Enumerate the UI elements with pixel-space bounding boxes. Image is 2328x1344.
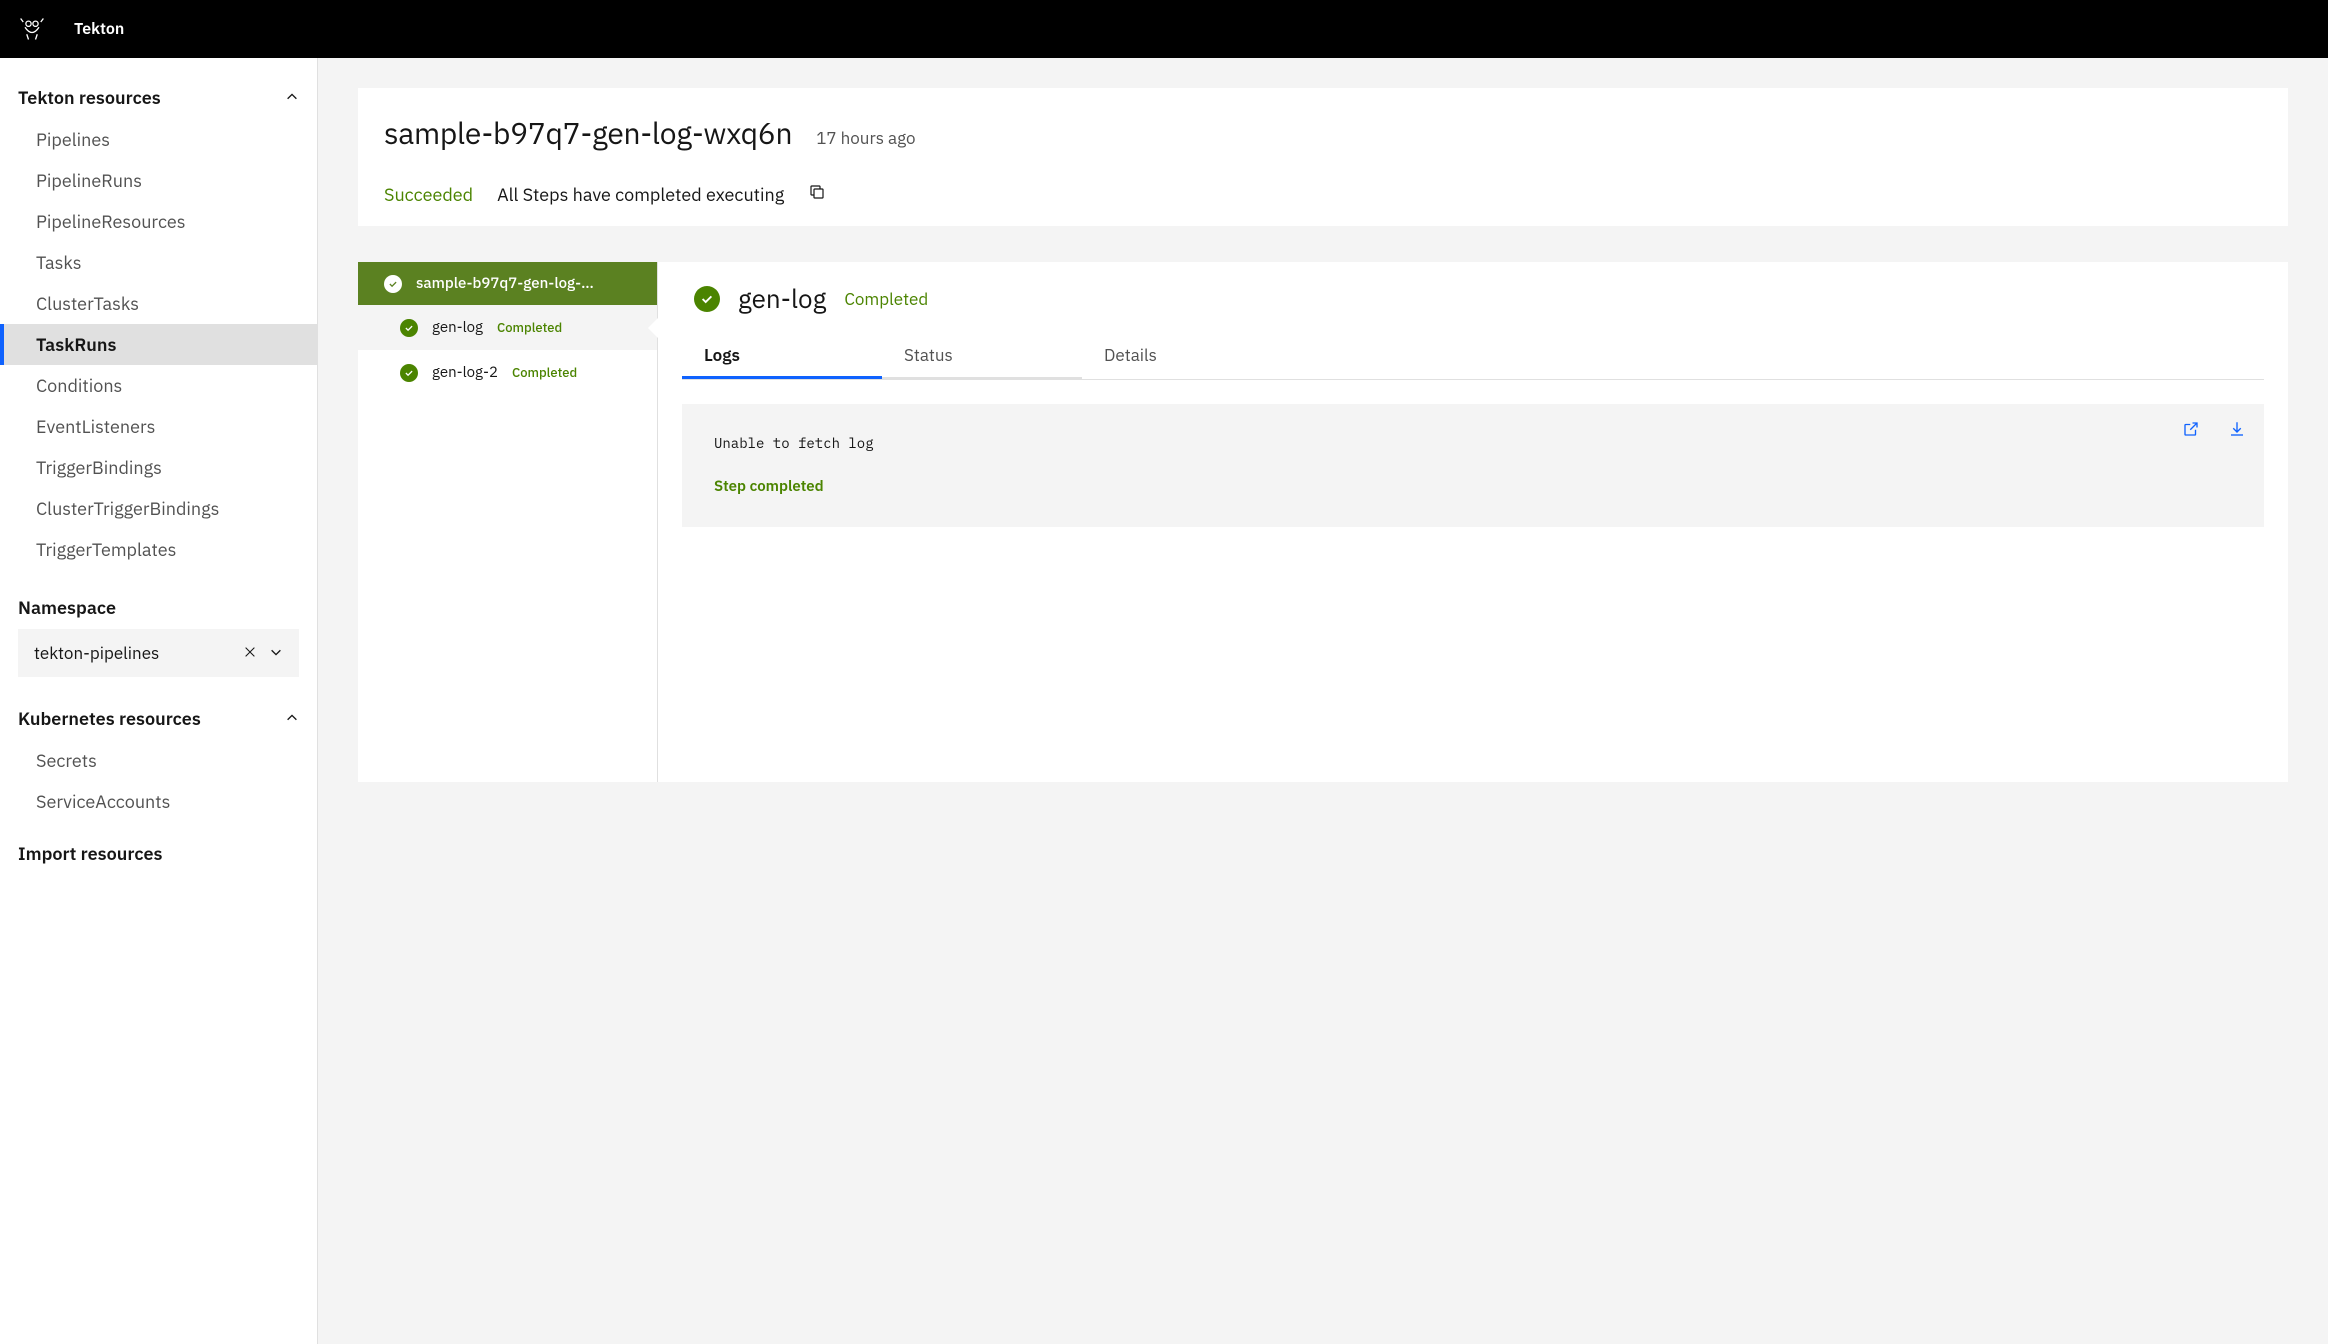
taskrun-status: Succeeded bbox=[384, 183, 473, 206]
nav-item-eventlisteners[interactable]: EventListeners bbox=[0, 406, 317, 447]
check-circle-icon bbox=[400, 364, 418, 382]
nav-item-secrets[interactable]: Secrets bbox=[0, 740, 317, 781]
detail-column: gen-log Completed Logs Status Details bbox=[658, 262, 2288, 782]
main-content: sample-b97q7-gen-log-wxq6n 17 hours ago … bbox=[318, 58, 2328, 1344]
taskrun-status-detail: All Steps have completed executing bbox=[497, 183, 784, 206]
namespace-value: tekton-pipelines bbox=[34, 642, 159, 664]
nav-section-label: Import resources bbox=[18, 842, 163, 865]
step-status: Completed bbox=[497, 319, 562, 336]
step-name: gen-log-2 bbox=[432, 363, 498, 382]
nav-section-tekton-resources[interactable]: Tekton resources bbox=[0, 76, 317, 119]
app-header: Tekton bbox=[0, 0, 2328, 58]
detail-tabs: Logs Status Details bbox=[682, 334, 2264, 380]
nav-item-triggerbindings[interactable]: TriggerBindings bbox=[0, 447, 317, 488]
chevron-up-icon bbox=[285, 707, 299, 730]
namespace-label: Namespace bbox=[0, 580, 317, 629]
step-detail-title: gen-log bbox=[738, 282, 826, 316]
taskrun-title: sample-b97q7-gen-log-wxq6n bbox=[384, 114, 792, 153]
nav-item-clustertriggerbindings[interactable]: ClusterTriggerBindings bbox=[0, 488, 317, 529]
task-header[interactable]: sample-b97q7-gen-log-… bbox=[358, 262, 657, 305]
log-footer: Step completed bbox=[714, 474, 2232, 500]
nav-item-pipelines[interactable]: Pipelines bbox=[0, 119, 317, 160]
step-status: Completed bbox=[512, 364, 577, 381]
log-text: Unable to fetch log bbox=[714, 432, 2232, 456]
steps-column: sample-b97q7-gen-log-… gen-log Completed… bbox=[358, 262, 658, 782]
namespace-selector[interactable]: tekton-pipelines bbox=[18, 629, 299, 677]
nav-item-pipelineresources[interactable]: PipelineResources bbox=[0, 201, 317, 242]
check-circle-icon bbox=[384, 275, 402, 293]
step-item-gen-log-2[interactable]: gen-log-2 Completed bbox=[358, 350, 657, 395]
nav-section-label: Tekton resources bbox=[18, 86, 161, 109]
nav-section-kubernetes-resources[interactable]: Kubernetes resources bbox=[0, 697, 317, 740]
taskrun-detail-panel: sample-b97q7-gen-log-… gen-log Completed… bbox=[358, 262, 2288, 782]
check-circle-icon bbox=[400, 319, 418, 337]
step-item-gen-log[interactable]: gen-log Completed bbox=[358, 305, 657, 350]
log-output: Unable to fetch log Step completed bbox=[682, 404, 2264, 527]
clear-icon[interactable] bbox=[243, 642, 257, 664]
tab-status[interactable]: Status bbox=[882, 334, 1082, 379]
tekton-logo-icon bbox=[18, 15, 46, 43]
nav-section-label: Kubernetes resources bbox=[18, 707, 201, 730]
taskrun-timestamp: 17 hours ago bbox=[816, 127, 915, 149]
nav-item-conditions[interactable]: Conditions bbox=[0, 365, 317, 406]
chevron-up-icon bbox=[285, 86, 299, 109]
app-title: Tekton bbox=[74, 19, 124, 39]
step-name: gen-log bbox=[432, 318, 483, 337]
copy-icon[interactable] bbox=[808, 183, 826, 206]
nav-item-pipelineruns[interactable]: PipelineRuns bbox=[0, 160, 317, 201]
sidebar: Tekton resources Pipelines PipelineRuns … bbox=[0, 58, 318, 1344]
nav-item-triggertemplates[interactable]: TriggerTemplates bbox=[0, 529, 317, 570]
chevron-down-icon[interactable] bbox=[269, 642, 283, 664]
nav-item-clustertasks[interactable]: ClusterTasks bbox=[0, 283, 317, 324]
check-circle-icon bbox=[694, 286, 720, 312]
task-header-label: sample-b97q7-gen-log-… bbox=[416, 274, 594, 293]
tab-details[interactable]: Details bbox=[1082, 334, 1282, 379]
nav-section-import-resources[interactable]: Import resources bbox=[0, 832, 317, 875]
open-external-icon[interactable] bbox=[2182, 420, 2200, 446]
nav-item-taskruns[interactable]: TaskRuns bbox=[0, 324, 317, 365]
summary-card: sample-b97q7-gen-log-wxq6n 17 hours ago … bbox=[358, 88, 2288, 226]
step-detail-status: Completed bbox=[844, 288, 928, 310]
download-icon[interactable] bbox=[2228, 420, 2246, 446]
nav-item-tasks[interactable]: Tasks bbox=[0, 242, 317, 283]
tab-logs[interactable]: Logs bbox=[682, 334, 882, 379]
nav-item-serviceaccounts[interactable]: ServiceAccounts bbox=[0, 781, 317, 822]
